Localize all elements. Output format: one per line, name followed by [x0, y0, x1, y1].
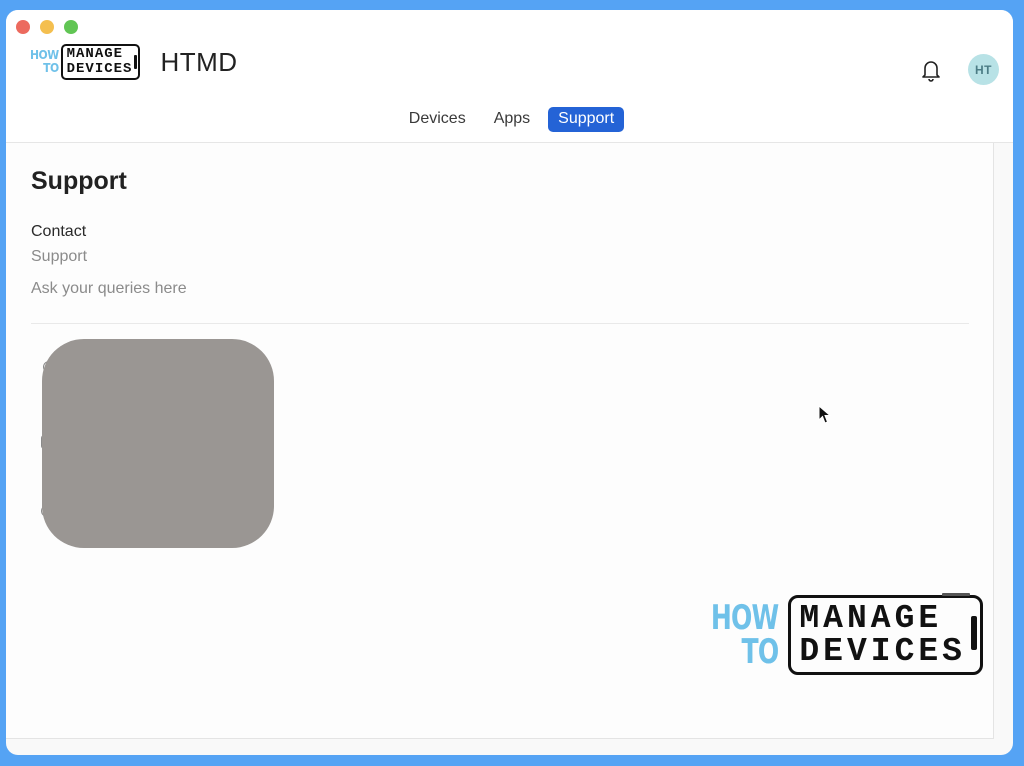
page-title: Support [31, 167, 127, 195]
brand: HOW TO MANAGE DEVICES HTMD [30, 44, 238, 80]
contact-label: Contact [31, 223, 87, 240]
contact-value: Support [31, 248, 88, 265]
redacted-overlay [42, 339, 274, 548]
watermark-logo: HOW TO MANAGE DEVICES [696, 593, 983, 675]
tab-apps[interactable]: Apps [484, 107, 540, 132]
contact-description: Ask your queries here [31, 280, 187, 297]
watermark-how-to: HOW TO [711, 601, 779, 669]
logo-line1: MANAGE [66, 46, 124, 62]
minimize-window-button[interactable] [40, 20, 54, 34]
close-window-button[interactable] [16, 20, 30, 34]
user-avatar[interactable]: HT [968, 54, 999, 85]
app-window: HOW TO MANAGE DEVICES HTMD HT Devices Ap… [6, 10, 1013, 755]
window-controls [16, 20, 78, 34]
watermark-manage-devices: MANAGE DEVICES [788, 593, 983, 675]
logo-line2: DEVICES [66, 61, 133, 77]
mouse-pointer-icon [818, 405, 832, 424]
watermark-to-text: TO [741, 632, 780, 672]
logo-manage-devices: MANAGE DEVICES [60, 44, 141, 80]
app-name: HTMD [160, 46, 238, 77]
watermark-line1: MANAGE [799, 600, 943, 637]
tab-devices[interactable]: Devices [399, 107, 476, 132]
main-content: Support Contact Support Ask your queries… [6, 143, 994, 739]
tab-support[interactable]: Support [548, 107, 625, 132]
maximize-window-button[interactable] [64, 20, 78, 34]
title-bar: HOW TO MANAGE DEVICES HTMD HT Devices Ap… [6, 10, 1013, 143]
watermark-how-text: HOW [710, 598, 779, 638]
logo-to-text: TO [43, 61, 59, 75]
app-logo: HOW TO MANAGE DEVICES [30, 44, 141, 80]
bell-icon[interactable] [920, 58, 942, 82]
logo-how-to: HOW TO [30, 49, 59, 75]
nav-tabs: Devices Apps Support [6, 107, 1013, 132]
watermark-line2: DEVICES [799, 633, 966, 670]
section-divider [31, 323, 969, 324]
